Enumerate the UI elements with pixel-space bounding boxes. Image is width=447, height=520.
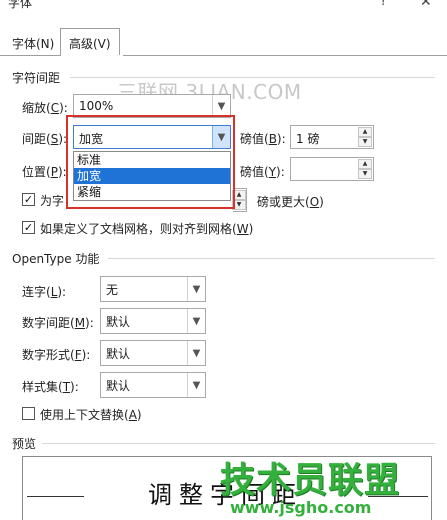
chevron-down-icon[interactable]: ▼ bbox=[187, 373, 205, 397]
spacing-value: 加宽 bbox=[79, 132, 104, 146]
preview-baseline-left bbox=[27, 496, 84, 497]
contextual-alternates-label: 使用上下文替换(A) bbox=[40, 408, 142, 422]
snap-to-grid-checkbox[interactable]: ✓ bbox=[22, 221, 35, 234]
tab-font[interactable]: 字体(N) bbox=[4, 31, 62, 55]
section-preview-line bbox=[42, 443, 435, 444]
spin-up-icon[interactable]: ▲ bbox=[358, 159, 372, 169]
spacing-points-spinner[interactable]: 1 磅 ▲ ▼ bbox=[290, 125, 374, 149]
spin-down-icon[interactable]: ▼ bbox=[358, 137, 372, 147]
stylistic-sets-combobox[interactable]: 默认 ▼ bbox=[100, 372, 206, 398]
chevron-down-icon[interactable]: ▼ bbox=[187, 309, 205, 333]
contextual-alternates-checkbox[interactable] bbox=[22, 407, 35, 420]
number-forms-combobox[interactable]: 默认 ▼ bbox=[100, 340, 206, 366]
number-spacing-label: 数字间距(M): bbox=[22, 316, 94, 330]
kerning-tail-label: 磅或更大(O) bbox=[257, 195, 324, 209]
site-logo-text: 技术员联盟 bbox=[220, 461, 401, 501]
scale-label: 缩放(C): bbox=[22, 101, 68, 115]
tab-font-label: 字体(N) bbox=[12, 37, 55, 51]
spin-down-icon[interactable]: ▼ bbox=[358, 169, 372, 179]
spacing-points-value: 1 磅 bbox=[296, 132, 320, 146]
chevron-down-icon[interactable]: ▼ bbox=[187, 341, 205, 365]
section-preview-heading: 预览 bbox=[12, 437, 37, 451]
position-points-spinner[interactable]: ▲ ▼ bbox=[290, 157, 374, 181]
spin-up-icon[interactable]: ▲ bbox=[358, 127, 372, 137]
spacing-combobox[interactable]: 加宽 ▼ bbox=[73, 125, 231, 149]
site-logo: 技术员联盟 www.jsgho.com bbox=[220, 452, 410, 520]
chevron-down-icon[interactable]: ▼ bbox=[187, 277, 205, 301]
dropdown-option[interactable]: 标准 bbox=[74, 152, 230, 168]
scale-value: 100% bbox=[79, 99, 114, 113]
spacing-points-label: 磅值(B): bbox=[240, 132, 286, 146]
section-opentype-line bbox=[108, 258, 435, 259]
stylistic-sets-value: 默认 bbox=[106, 379, 131, 393]
scale-combobox[interactable]: 100% ▼ bbox=[73, 94, 231, 118]
kerning-label: 为字 bbox=[40, 194, 65, 208]
close-button[interactable]: ✕ bbox=[420, 0, 432, 10]
section-char-spacing-line bbox=[70, 77, 435, 78]
spacing-label: 间距(S): bbox=[22, 132, 68, 146]
tab-divider-gap bbox=[61, 55, 123, 56]
spin-up-icon[interactable]: ▲ bbox=[232, 190, 246, 200]
dropdown-option[interactable]: 紧缩 bbox=[74, 184, 230, 200]
ligatures-label: 连字(L): bbox=[22, 285, 67, 299]
section-char-spacing-heading: 字符间距 bbox=[12, 71, 61, 85]
spin-down-icon[interactable]: ▼ bbox=[232, 200, 246, 210]
window-title: 字体 bbox=[8, 0, 33, 10]
dropdown-option-selected[interactable]: 加宽 bbox=[74, 168, 230, 184]
help-button[interactable]: ? bbox=[380, 0, 387, 9]
tab-advanced[interactable]: 高级(V) bbox=[60, 28, 120, 56]
number-spacing-combobox[interactable]: 默认 ▼ bbox=[100, 308, 206, 334]
title-bar: 字体 ? ✕ bbox=[0, 0, 447, 16]
ligatures-combobox[interactable]: 无 ▼ bbox=[100, 276, 206, 302]
site-logo-url: www.jsgho.com bbox=[230, 498, 372, 517]
number-forms-value: 默认 bbox=[106, 347, 131, 361]
kerning-checkbox[interactable]: ✓ bbox=[22, 193, 35, 206]
spacing-dropdown-list[interactable]: 标准 加宽 紧缩 bbox=[73, 151, 231, 201]
number-forms-label: 数字形式(F): bbox=[22, 348, 91, 362]
chevron-down-icon[interactable]: ▼ bbox=[212, 126, 230, 148]
position-label: 位置(P): bbox=[22, 165, 67, 179]
chevron-down-icon[interactable]: ▼ bbox=[212, 95, 230, 117]
tab-strip: 字体(N) 高级(V) bbox=[0, 28, 447, 56]
position-points-label: 磅值(Y): bbox=[240, 165, 285, 179]
section-opentype-heading: OpenType 功能 bbox=[12, 252, 100, 266]
stylistic-sets-label: 样式集(T): bbox=[22, 380, 79, 394]
kerning-points-spinner[interactable]: ▲ ▼ bbox=[232, 188, 247, 212]
snap-to-grid-label: 如果定义了文档网格，则对齐到网格(W) bbox=[40, 222, 254, 236]
number-spacing-value: 默认 bbox=[106, 315, 131, 329]
tab-advanced-label: 高级(V) bbox=[69, 37, 111, 51]
ligatures-value: 无 bbox=[106, 283, 119, 297]
